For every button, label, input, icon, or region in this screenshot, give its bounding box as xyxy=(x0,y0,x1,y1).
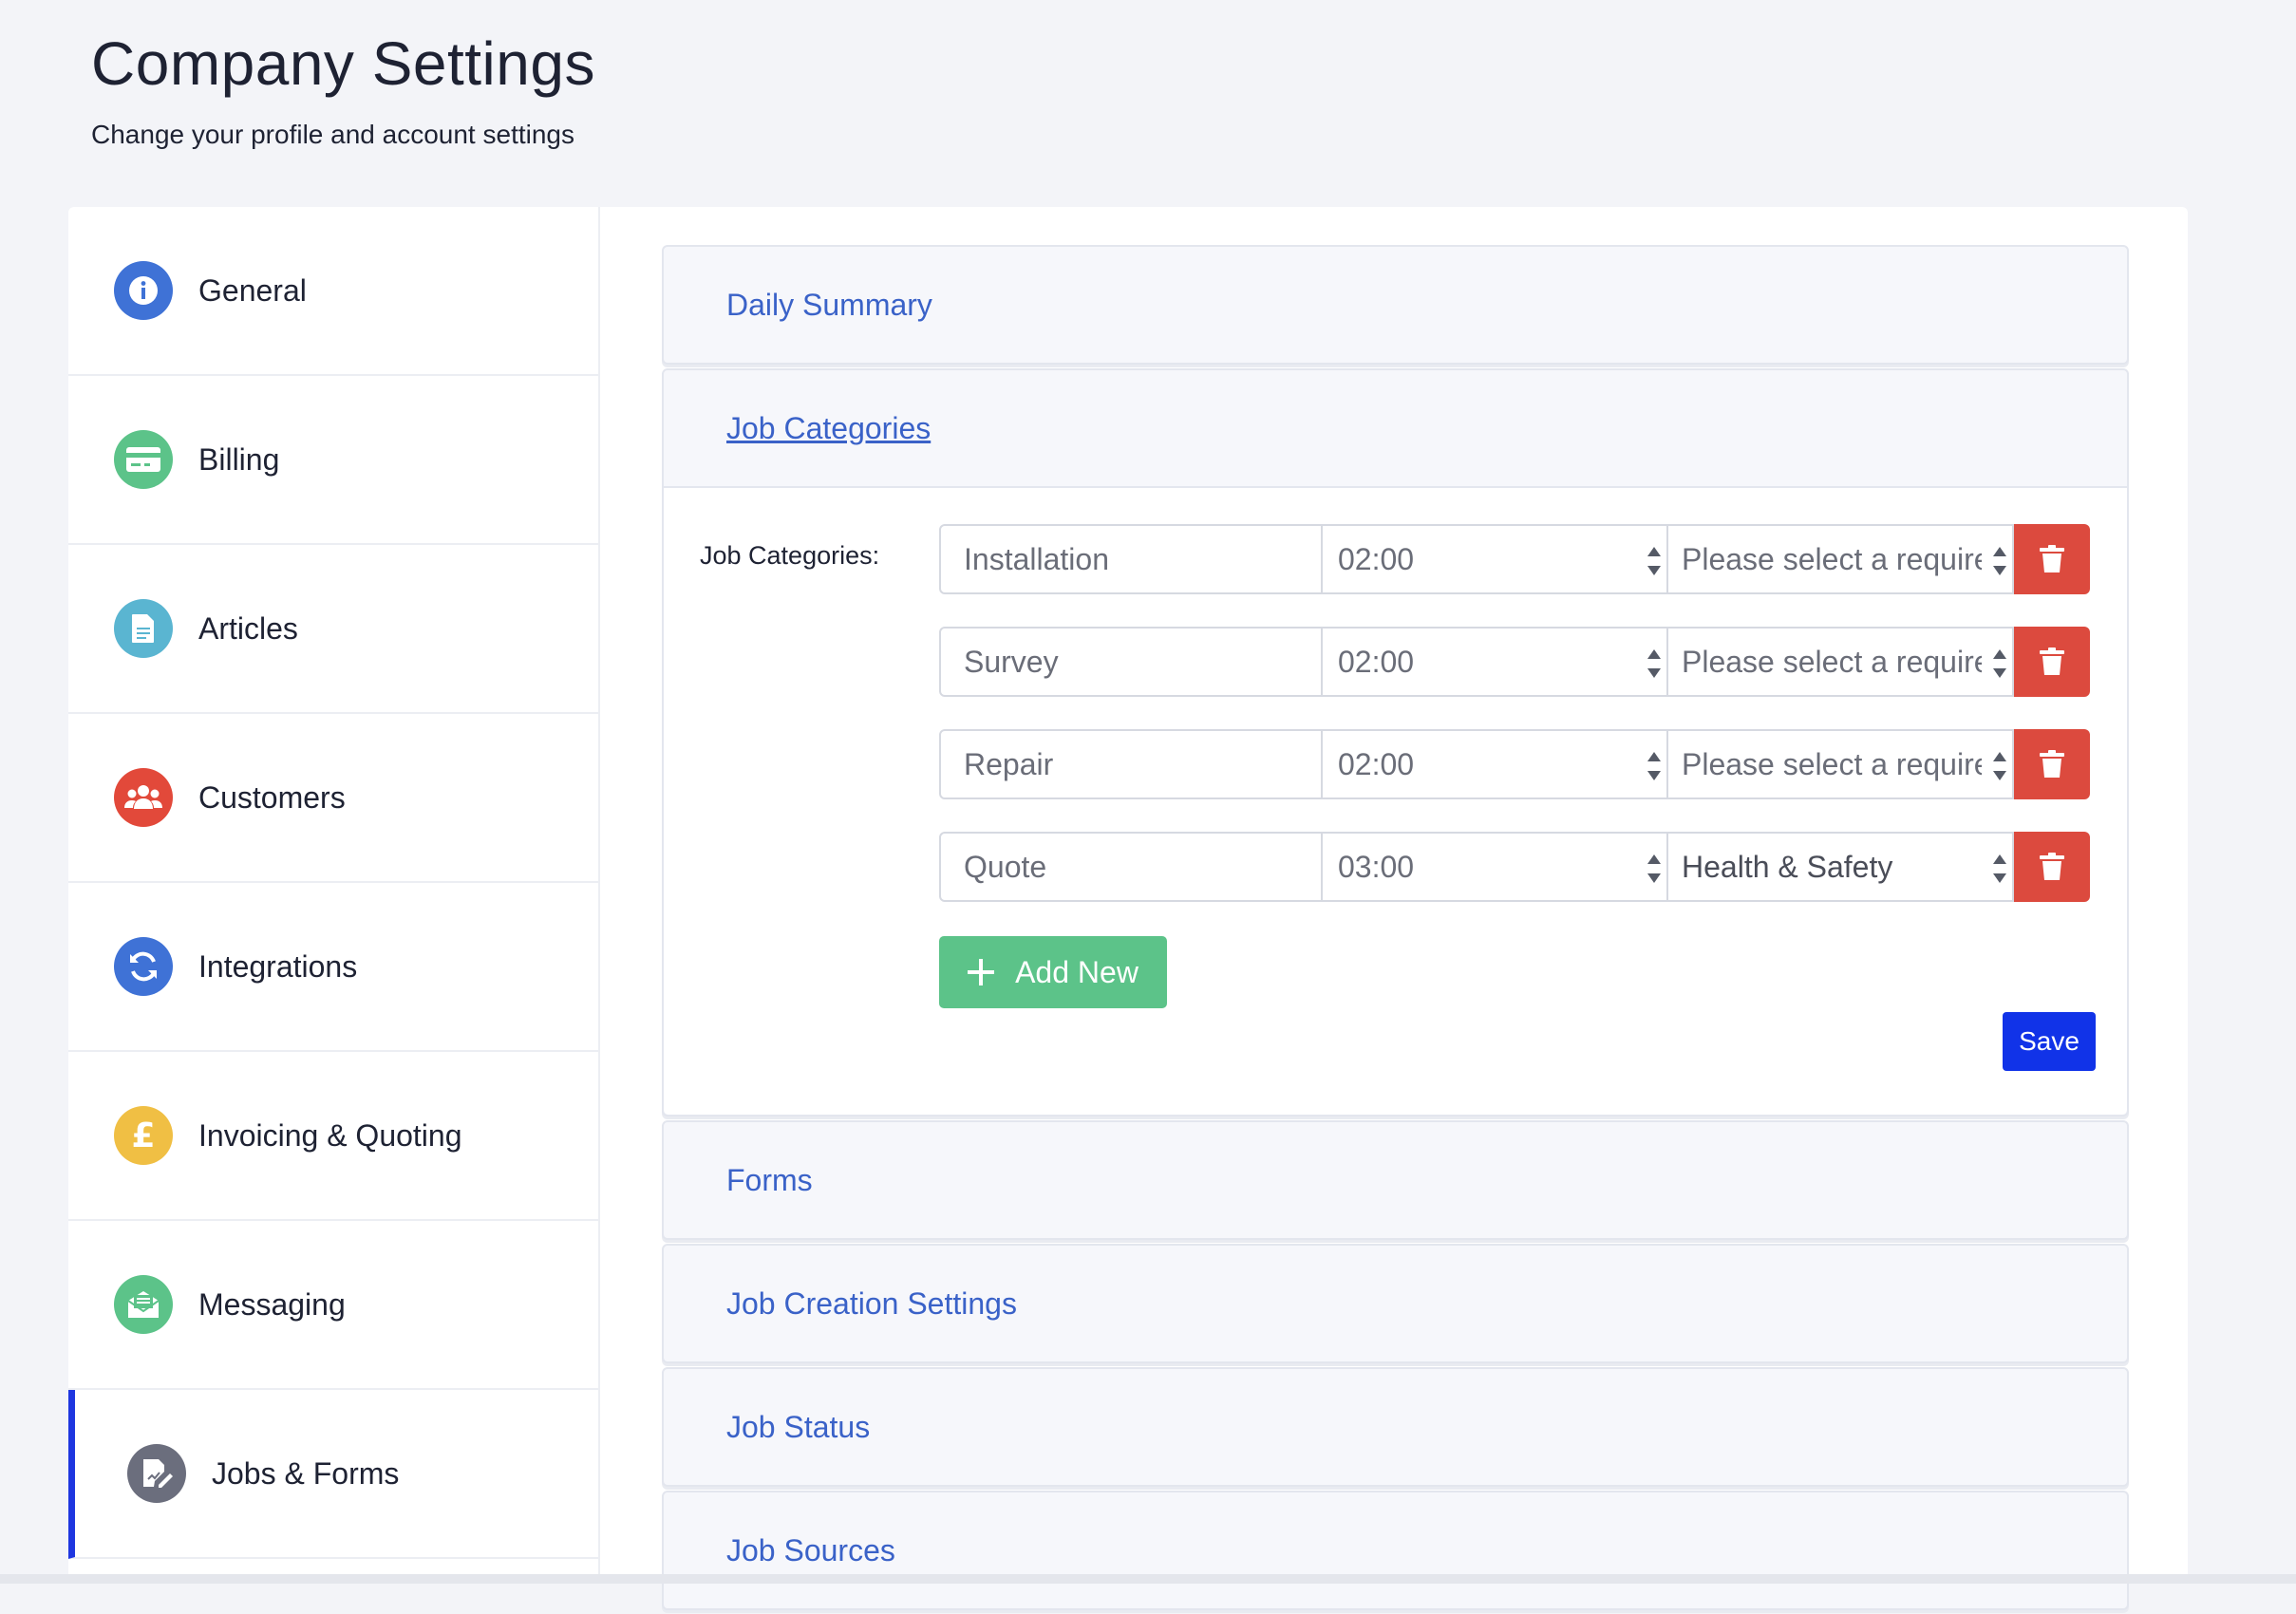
select-arrows-icon xyxy=(1647,854,1661,883)
page-subtitle: Change your profile and account settings xyxy=(91,120,574,149)
panel-link-job-categories[interactable]: Job Categories xyxy=(726,411,931,446)
sidebar-item-billing[interactable]: Billing xyxy=(68,376,598,545)
plus-icon xyxy=(968,959,995,985)
delete-category-button[interactable] xyxy=(2014,524,2090,594)
users-icon xyxy=(114,768,173,827)
requirement-value: Please select a requirement xyxy=(1682,644,1982,679)
page-title: Company Settings xyxy=(91,29,595,98)
category-duration-select[interactable]: 03:00 xyxy=(1323,832,1668,902)
document-icon xyxy=(114,599,173,658)
settings-card: General Billing Articles Customers Integ xyxy=(68,207,2188,1610)
job-category-row: Survey 02:00 Please select a requirement xyxy=(939,627,2090,697)
sidebar-item-label: Customers xyxy=(198,779,346,815)
job-categories-label: Job Categories: xyxy=(700,541,880,570)
panel-daily-summary: Daily Summary xyxy=(662,245,2129,365)
trash-icon xyxy=(2040,647,2064,675)
duration-value: 03:00 xyxy=(1338,849,1415,884)
settings-content: Daily Summary Job Categories Job Categor… xyxy=(662,245,2129,1614)
job-categories-body: Job Categories: Installation 02:00 Pleas… xyxy=(664,488,2127,1115)
select-arrows-icon xyxy=(1647,547,1661,575)
job-category-row: Installation 02:00 Please select a requi… xyxy=(939,524,2090,594)
requirement-value: Health & Safety xyxy=(1682,849,1893,884)
panel-link-daily-summary[interactable]: Daily Summary xyxy=(726,288,932,323)
select-arrows-icon xyxy=(1993,854,2006,883)
page-header: Company Settings Change your profile and… xyxy=(91,28,595,150)
delete-category-button[interactable] xyxy=(2014,627,2090,697)
delete-category-button[interactable] xyxy=(2014,729,2090,799)
panel-job-sources: Job Sources xyxy=(662,1491,2129,1610)
category-requirement-select[interactable]: Please select a requirement xyxy=(1668,627,2014,697)
sidebar-item-integrations[interactable]: Integrations xyxy=(68,883,598,1052)
trash-icon xyxy=(2040,545,2064,572)
sidebar-item-label: Messaging xyxy=(198,1286,346,1322)
category-name-input[interactable]: Installation xyxy=(939,524,1323,594)
sidebar-item-label: Billing xyxy=(198,441,280,477)
select-arrows-icon xyxy=(1647,752,1661,780)
panel-forms: Forms xyxy=(662,1120,2129,1240)
category-name-input[interactable]: Survey xyxy=(939,627,1323,697)
duration-value: 02:00 xyxy=(1338,644,1415,679)
duration-value: 02:00 xyxy=(1338,541,1415,576)
category-duration-select[interactable]: 02:00 xyxy=(1323,524,1668,594)
panel-job-status: Job Status xyxy=(662,1367,2129,1487)
category-duration-select[interactable]: 02:00 xyxy=(1323,627,1668,697)
delete-category-button[interactable] xyxy=(2014,832,2090,902)
panel-link-job-creation-settings[interactable]: Job Creation Settings xyxy=(726,1286,1017,1322)
pound-icon: £ xyxy=(114,1106,173,1165)
envelope-icon xyxy=(114,1275,173,1334)
panel-link-forms[interactable]: Forms xyxy=(726,1163,813,1198)
sync-icon xyxy=(114,937,173,996)
panel-job-creation-settings: Job Creation Settings xyxy=(662,1244,2129,1363)
job-category-row: Repair 02:00 Please select a requirement xyxy=(939,729,2090,799)
credit-card-icon xyxy=(114,430,173,489)
requirement-value: Please select a requirement xyxy=(1682,541,1982,576)
sidebar-item-general[interactable]: General xyxy=(68,207,598,376)
category-requirement-select[interactable]: Health & Safety xyxy=(1668,832,2014,902)
duration-value: 02:00 xyxy=(1338,746,1415,781)
sidebar-item-label: Integrations xyxy=(198,948,358,984)
add-new-category-button[interactable]: Add New xyxy=(939,936,1167,1008)
select-arrows-icon xyxy=(1647,649,1661,678)
category-requirement-select[interactable]: Please select a requirement xyxy=(1668,729,2014,799)
category-name-input[interactable]: Repair xyxy=(939,729,1323,799)
requirement-value: Please select a requirement xyxy=(1682,746,1982,781)
settings-sidebar: General Billing Articles Customers Integ xyxy=(68,207,600,1584)
sidebar-item-label: Articles xyxy=(198,610,298,646)
category-requirement-select[interactable]: Please select a requirement xyxy=(1668,524,2014,594)
bottom-edge xyxy=(0,1574,2296,1584)
category-name-input[interactable]: Quote xyxy=(939,832,1323,902)
edit-document-icon xyxy=(127,1444,186,1503)
select-arrows-icon xyxy=(1993,547,2006,575)
trash-icon xyxy=(2040,750,2064,778)
job-category-row: Quote 03:00 Health & Safety xyxy=(939,832,2090,902)
sidebar-item-articles[interactable]: Articles xyxy=(68,545,598,714)
add-new-label: Add New xyxy=(1015,954,1139,989)
select-arrows-icon xyxy=(1993,649,2006,678)
save-button[interactable]: Save xyxy=(2003,1012,2096,1071)
category-duration-select[interactable]: 02:00 xyxy=(1323,729,1668,799)
sidebar-item-label: General xyxy=(198,272,307,308)
panel-link-job-status[interactable]: Job Status xyxy=(726,1410,870,1445)
sidebar-item-customers[interactable]: Customers xyxy=(68,714,598,883)
sidebar-item-label: Invoicing & Quoting xyxy=(198,1117,462,1153)
panel-job-categories: Job Categories Job Categories: Installat… xyxy=(662,368,2129,1117)
select-arrows-icon xyxy=(1993,752,2006,780)
sidebar-item-invoicing-quoting[interactable]: £ Invoicing & Quoting xyxy=(68,1052,598,1221)
sidebar-item-messaging[interactable]: Messaging xyxy=(68,1221,598,1390)
trash-icon xyxy=(2040,853,2064,880)
sidebar-item-label: Jobs & Forms xyxy=(212,1455,400,1491)
panel-link-job-sources[interactable]: Job Sources xyxy=(726,1533,895,1568)
sidebar-item-jobs-forms[interactable]: Jobs & Forms xyxy=(68,1390,598,1559)
info-icon xyxy=(114,261,173,320)
